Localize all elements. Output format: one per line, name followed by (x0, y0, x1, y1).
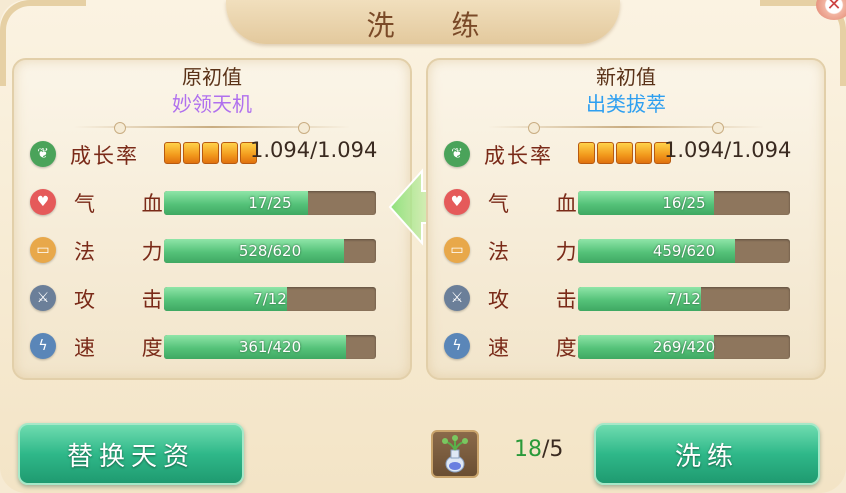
new-values-panel: 新初值 出类拔萃 ❦ 成长率 1.094/1.094 ♥ 气 血 16/25 ▭… (426, 58, 826, 380)
growth-label: 成长率 (70, 144, 139, 168)
quality-subtitle: 出类拔萃 (586, 92, 666, 116)
item-count: 18/5 (514, 437, 564, 462)
stat-value: 16/25 (662, 194, 706, 212)
stat-value: 361/420 (238, 338, 302, 356)
quality-subtitle: 妙领天机 (172, 92, 252, 116)
stat-row-attack: ⚔ 攻 击 7/12 (14, 282, 410, 314)
stat-row-speed: ϟ 速 度 361/420 (14, 330, 410, 362)
replace-talent-button[interactable]: 替换天资 (18, 423, 244, 485)
stat-row-speed: ϟ 速 度 269/420 (428, 330, 824, 362)
stat-value: 7/12 (253, 290, 287, 308)
potion-vase-icon (442, 435, 468, 473)
item-slot[interactable] (431, 430, 479, 478)
sword-icon: ⚔ (30, 285, 56, 311)
scroll-icon: ▭ (30, 237, 56, 263)
lightning-icon: ϟ (444, 333, 470, 359)
stat-value: 7/12 (667, 290, 701, 308)
divider (74, 122, 350, 134)
stat-bar: 16/25 (578, 191, 790, 215)
growth-star (635, 142, 652, 164)
refine-button[interactable]: 洗练 (594, 423, 820, 485)
refine-dialog: 洗 练 ✕ 原初值 妙领天机 ❦ 成长率 1.094/1.094 ♥ 气 血 1… (0, 0, 846, 493)
stat-row-hp: ♥ 气 血 16/25 (428, 186, 824, 218)
original-values-panel: 原初值 妙领天机 ❦ 成长率 1.094/1.094 ♥ 气 血 17/25 ▭… (12, 58, 412, 380)
leaf-icon: ❦ (30, 141, 56, 167)
growth-row: ❦ 成长率 1.094/1.094 (14, 138, 410, 170)
item-need: 5 (549, 437, 564, 462)
growth-stars (578, 140, 673, 166)
stat-value: 17/25 (248, 194, 292, 212)
stat-bar: 361/420 (164, 335, 376, 359)
stat-row-attack: ⚔ 攻 击 7/12 (428, 282, 824, 314)
stat-row-hp: ♥ 气 血 17/25 (14, 186, 410, 218)
growth-star (221, 142, 238, 164)
stat-bar: 459/620 (578, 239, 790, 263)
growth-row: ❦ 成长率 1.094/1.094 (428, 138, 824, 170)
close-icon[interactable]: ✕ (816, 0, 846, 20)
stat-bar: 7/12 (578, 287, 790, 311)
divider (488, 122, 764, 134)
title-banner: 洗 练 (226, 0, 620, 44)
growth-value: 1.094/1.094 (250, 138, 378, 162)
sword-icon: ⚔ (444, 285, 470, 311)
growth-label: 成长率 (484, 144, 553, 168)
heart-icon: ♥ (444, 189, 470, 215)
growth-value: 1.094/1.094 (664, 138, 792, 162)
stat-value: 269/420 (652, 338, 716, 356)
growth-star (164, 142, 181, 164)
growth-stars (164, 140, 259, 166)
panel-title: 新初值 (596, 65, 656, 89)
growth-star (202, 142, 219, 164)
stat-value: 528/620 (238, 242, 302, 260)
stat-bar: 7/12 (164, 287, 376, 311)
leaf-icon: ❦ (444, 141, 470, 167)
growth-star (616, 142, 633, 164)
dialog-title: 洗 练 (366, 9, 504, 42)
panel-title: 原初值 (182, 65, 242, 89)
stat-bar: 528/620 (164, 239, 376, 263)
lightning-icon: ϟ (30, 333, 56, 359)
stat-value: 459/620 (652, 242, 716, 260)
heart-icon: ♥ (30, 189, 56, 215)
growth-star (578, 142, 595, 164)
stat-bar: 269/420 (578, 335, 790, 359)
stat-row-mp: ▭ 法 力 459/620 (428, 234, 824, 266)
stat-bar: 17/25 (164, 191, 376, 215)
stat-row-mp: ▭ 法 力 528/620 (14, 234, 410, 266)
item-have: 18 (514, 437, 542, 462)
scroll-icon: ▭ (444, 237, 470, 263)
growth-star (183, 142, 200, 164)
growth-star (597, 142, 614, 164)
